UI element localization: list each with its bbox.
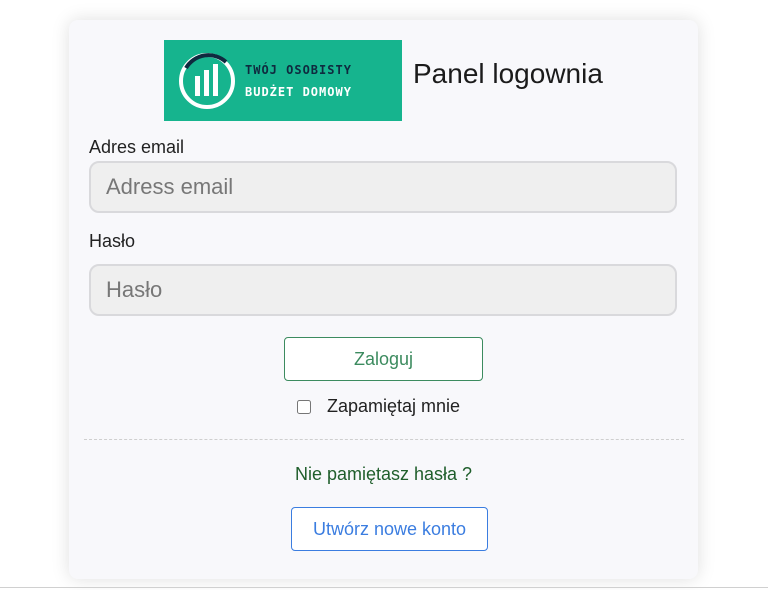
login-card: TWÓJ OSOBISTY BUDŻET DOMOWY Panel logown… [69,20,698,579]
page-bottom-border [0,587,768,588]
divider [84,439,684,440]
password-field[interactable] [89,264,677,316]
email-field[interactable] [89,161,677,213]
email-label: Adres email [89,137,185,157]
password-label: Hasło [89,231,136,251]
remember-me-label: Zapamiętaj mnie [327,396,461,416]
logo-text-line2: BUDŻET DOMOWY [245,85,352,99]
brand-logo: TWÓJ OSOBISTY BUDŻET DOMOWY [164,40,402,121]
chart-logo-icon [179,53,235,109]
logo-text-line1: TWÓJ OSOBISTY [245,63,352,77]
page-title: Panel logownia [413,58,603,89]
login-button[interactable]: Zaloguj [284,337,483,381]
forgot-password-link[interactable]: Nie pamiętasz hasła ? [69,464,698,485]
create-account-button[interactable]: Utwórz nowe konto [291,507,488,551]
remember-me-checkbox[interactable] [297,399,311,414]
remember-me: Zapamiętaj mnie [297,396,460,417]
